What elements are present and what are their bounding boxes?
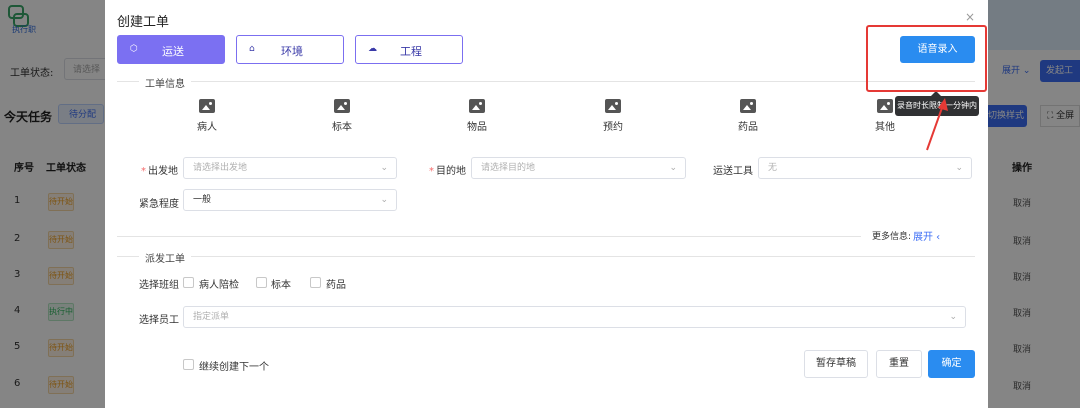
chevron-down-icon: ⌄ xyxy=(380,195,388,205)
tool-value: 无 xyxy=(768,163,778,173)
tool-label: 运送工具 xyxy=(713,166,753,177)
tool-select[interactable]: 无 ⌄ xyxy=(758,157,972,179)
dialog-title: 创建工单 xyxy=(117,15,170,30)
annotation-highlight-box xyxy=(866,25,987,92)
tab-environment[interactable]: ⌂ 环境 xyxy=(236,35,344,64)
continue-label: 继续创建下一个 xyxy=(199,362,269,373)
destination-label-text: 目的地 xyxy=(436,166,466,177)
team-checkbox-medicine[interactable] xyxy=(310,277,321,288)
chevron-down-icon: ⌄ xyxy=(380,163,388,173)
destination-select[interactable]: 请选择目的地 ⌄ xyxy=(471,157,686,179)
annotation-arrow-icon xyxy=(926,98,948,151)
more-info-expand-label: 展开 xyxy=(913,232,933,243)
section-divider xyxy=(117,256,975,257)
section-divider xyxy=(117,236,861,237)
category-goods[interactable]: 物品 xyxy=(447,99,507,133)
box-icon: ⬡ xyxy=(130,44,138,54)
destination-label: * 目的地 xyxy=(429,166,466,177)
origin-placeholder: 请选择出发地 xyxy=(193,163,248,173)
category-other[interactable]: 其他 xyxy=(855,99,915,133)
tab-transport[interactable]: ⬡ 运送 xyxy=(117,35,225,64)
image-icon xyxy=(877,99,893,113)
staff-select[interactable]: 指定派单 ⌄ xyxy=(183,306,966,328)
origin-label-text: 出发地 xyxy=(148,166,178,177)
building-icon: ⌂ xyxy=(249,44,255,54)
category-label: 药品 xyxy=(738,122,758,133)
staff-placeholder: 指定派单 xyxy=(193,312,230,322)
urgency-select[interactable]: 一般 ⌄ xyxy=(183,189,397,211)
close-icon[interactable]: × xyxy=(963,10,977,24)
category-appointment[interactable]: 预约 xyxy=(583,99,643,133)
category-label: 预约 xyxy=(603,122,623,133)
cloud-icon: ☁ xyxy=(368,44,377,54)
image-icon xyxy=(469,99,485,113)
category-label: 病人 xyxy=(197,122,217,133)
origin-select[interactable]: 请选择出发地 ⌄ xyxy=(183,157,397,179)
tab-engineering-label: 工程 xyxy=(400,45,422,58)
section-divider xyxy=(117,81,975,82)
create-order-dialog: 创建工单 × ⬡ 运送 ⌂ 环境 ☁ 工程 语音录入 录音时长限制一分钟内 工单… xyxy=(105,0,988,408)
continue-checkbox[interactable] xyxy=(183,359,194,370)
team-checkbox-patient[interactable] xyxy=(183,277,194,288)
team-label-patient: 病人陪检 xyxy=(199,280,239,291)
reset-button[interactable]: 重置 xyxy=(876,350,922,378)
confirm-button[interactable]: 确定 xyxy=(928,350,975,378)
more-info-expand[interactable]: 展开 ‹ xyxy=(913,228,940,243)
image-icon xyxy=(740,99,756,113)
chevron-down-icon: ⌄ xyxy=(669,163,677,173)
urgency-value: 一般 xyxy=(193,195,212,205)
category-specimen[interactable]: 标本 xyxy=(312,99,372,133)
origin-label: * 出发地 xyxy=(141,166,178,177)
category-label: 物品 xyxy=(467,122,487,133)
tab-engineering[interactable]: ☁ 工程 xyxy=(355,35,463,64)
category-label: 标本 xyxy=(332,122,352,133)
category-label: 其他 xyxy=(875,122,895,133)
team-label: 选择班组 xyxy=(139,280,179,291)
image-icon xyxy=(605,99,621,113)
section-dispatch-title: 派发工单 xyxy=(139,250,191,265)
tab-transport-label: 运送 xyxy=(162,45,184,58)
team-label-specimen: 标本 xyxy=(271,280,291,291)
save-draft-button[interactable]: 暂存草稿 xyxy=(804,350,868,378)
team-checkbox-specimen[interactable] xyxy=(256,277,267,288)
chevron-down-icon: ⌄ xyxy=(949,312,957,322)
destination-placeholder: 请选择目的地 xyxy=(481,163,536,173)
chevron-down-icon: ⌄ xyxy=(955,163,963,173)
urgency-label: 紧急程度 xyxy=(139,199,179,210)
image-icon xyxy=(199,99,215,113)
category-medicine[interactable]: 药品 xyxy=(718,99,778,133)
staff-label: 选择员工 xyxy=(139,315,179,326)
tab-environment-label: 环境 xyxy=(281,45,303,58)
image-icon xyxy=(334,99,350,113)
team-label-medicine: 药品 xyxy=(326,280,346,291)
more-info-label: 更多信息: xyxy=(872,232,912,242)
category-patient[interactable]: 病人 xyxy=(177,99,237,133)
section-info-title: 工单信息 xyxy=(139,75,191,90)
